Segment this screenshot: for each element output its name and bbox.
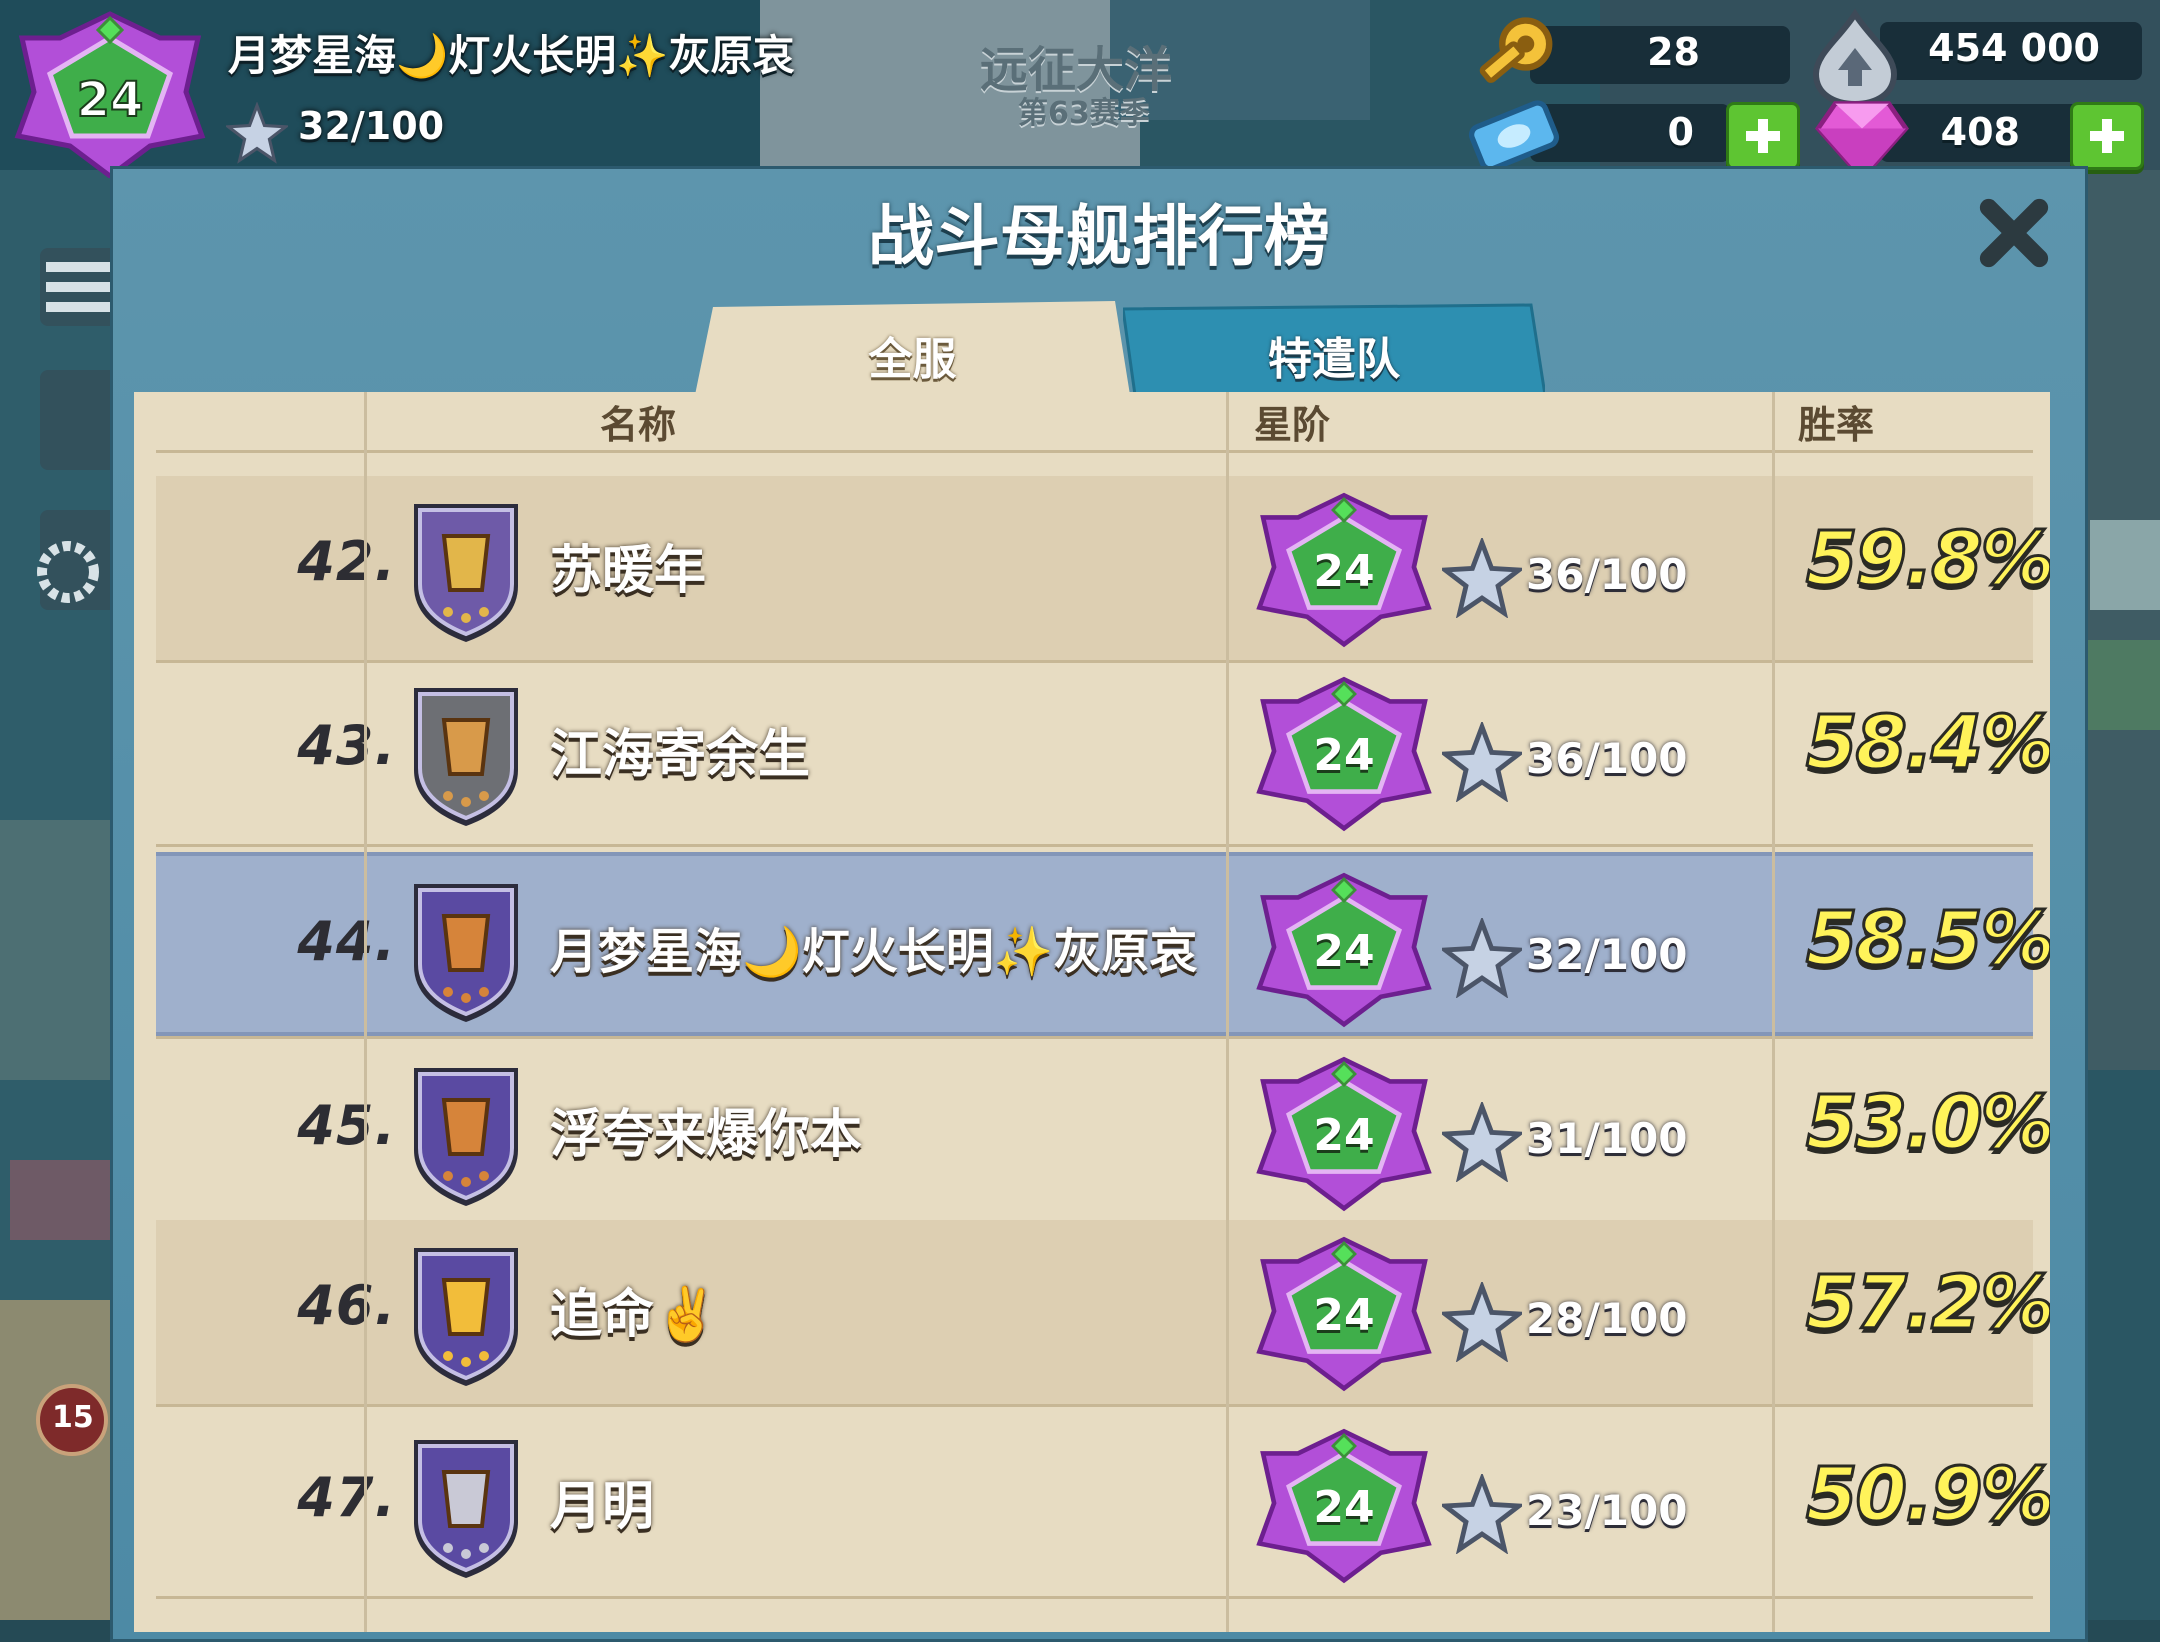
column-header-rank-tier: 星阶: [1254, 403, 1331, 447]
win-rate: 53.0%: [1805, 1079, 2051, 1168]
player-stars-progress: 32/100: [298, 104, 445, 148]
rank-number: 42.: [297, 530, 396, 593]
rank-number: 44.: [297, 910, 396, 973]
player-level: 24: [1313, 546, 1375, 597]
wolf-shield-icon: [414, 1440, 518, 1578]
ticket-icon: [1468, 100, 1560, 172]
gems-count: 408: [1940, 110, 2020, 154]
player-name: 苏暖年: [550, 541, 707, 601]
intel-drop-icon: [1812, 8, 1898, 108]
row-divider: [156, 1596, 2033, 1599]
player-level-badge-icon[interactable]: 24: [10, 8, 210, 178]
keys-count: 28: [1647, 30, 1700, 74]
row-divider: [156, 844, 2033, 847]
star-icon: [1442, 722, 1522, 802]
tickets-count: 0: [1667, 110, 1694, 154]
column-header-win-rate: 胜率: [1798, 403, 1875, 447]
win-rate: 50.9%: [1805, 1451, 2051, 1540]
star-icon: [1442, 918, 1522, 998]
player-stars: 36/100: [1526, 734, 1688, 783]
star-icon: [1442, 1102, 1522, 1182]
table-row[interactable]: 46. 追命✌️ 24 28/100 57.2%: [156, 1220, 2051, 1404]
table-row[interactable]: 47. 月明 24 23/100 50.9%: [156, 1412, 2051, 1596]
svg-text:24: 24: [77, 72, 144, 128]
player-stars: 32/100: [1526, 930, 1688, 979]
tab-squad[interactable]: 特遣队: [1123, 301, 1545, 395]
intel-count: 454 000: [1928, 26, 2100, 70]
player-name: 月梦星海🌙灯火长明✨灰原哀: [228, 31, 795, 80]
column-divider: [1226, 392, 1229, 1632]
table-row[interactable]: 45. 浮夸来爆你本 24 31/100 53.0%: [156, 1040, 2051, 1224]
grey-dragon-shield-icon: [414, 688, 518, 826]
purple-fist-shield-icon: [414, 1068, 518, 1206]
win-rate: 59.8%: [1805, 515, 2051, 604]
player-stars: 36/100: [1526, 550, 1688, 599]
side-notification-badge: 15: [52, 1400, 94, 1435]
player-name: 追命✌️: [550, 1285, 719, 1345]
column-divider: [364, 392, 367, 1632]
row-divider: [156, 1036, 2033, 1039]
table-header-bar: [134, 392, 2050, 448]
win-rate: 58.4%: [1805, 699, 2051, 788]
star-icon: [226, 102, 288, 164]
rank-number: 47.: [297, 1466, 396, 1529]
player-name: 江海寄余生: [550, 725, 811, 785]
player-stars: 28/100: [1526, 1294, 1688, 1343]
gold-fist-shield-icon: [414, 1248, 518, 1386]
star-icon: [1442, 1282, 1522, 1362]
close-icon[interactable]: [1975, 194, 2053, 272]
player-name: 月梦星海🌙灯火长明✨灰原哀: [550, 924, 1198, 980]
table-row[interactable]: 42. 苏暖年 24 36/100 59.8%: [156, 476, 2051, 660]
player-name: 浮夸来爆你本: [550, 1105, 863, 1165]
player-level: 24: [1313, 926, 1375, 977]
tab-squad-label: 特遣队: [1268, 334, 1400, 385]
player-level: 24: [1313, 1482, 1375, 1533]
star-icon: [1442, 538, 1522, 618]
panel-title: 战斗母舰排行榜: [868, 198, 1330, 275]
purple-fist-shield-icon: [414, 884, 518, 1022]
tab-global-label: 全服: [868, 334, 957, 385]
table-row-current-player[interactable]: 44. 月梦星海🌙灯火长明✨灰原哀 24 32/100 58.5%: [156, 852, 2051, 1036]
row-divider: [156, 1404, 2033, 1407]
player-level: 24: [1313, 730, 1375, 781]
rank-number: 45.: [297, 1094, 396, 1157]
player-stars: 23/100: [1526, 1486, 1688, 1535]
player-level: 24: [1313, 1290, 1375, 1341]
column-header-name: 名称: [600, 403, 677, 447]
header-divider: [156, 450, 2033, 453]
table-row[interactable]: 43. 江海寄余生 24 36/100 58.4%: [156, 660, 2051, 844]
key-icon: [1479, 17, 1553, 83]
player-level: 24: [1313, 1110, 1375, 1161]
player-name: 月明: [550, 1477, 655, 1537]
rank-number: 46.: [297, 1274, 396, 1337]
add-gems-button[interactable]: [2070, 102, 2144, 170]
player-stars: 31/100: [1526, 1114, 1688, 1163]
tab-global[interactable]: 全服: [695, 301, 1130, 395]
gold-winged-shield-icon: [414, 504, 518, 642]
rank-number: 43.: [297, 714, 396, 777]
add-tickets-button[interactable]: [1726, 102, 1800, 170]
win-rate: 57.2%: [1805, 1259, 2051, 1348]
star-icon: [1442, 1474, 1522, 1554]
column-divider: [1772, 392, 1775, 1632]
leaderboard-table[interactable]: 名称 星阶 胜率 42. 苏暖年 24 36/100 59.8% 43. 江海寄余生 24 36…: [134, 392, 2050, 1632]
top-hud: 24 月梦星海🌙灯火长明✨灰原哀 32/100 28 0 454 000 408: [0, 0, 2160, 182]
win-rate: 58.5%: [1805, 895, 2051, 984]
